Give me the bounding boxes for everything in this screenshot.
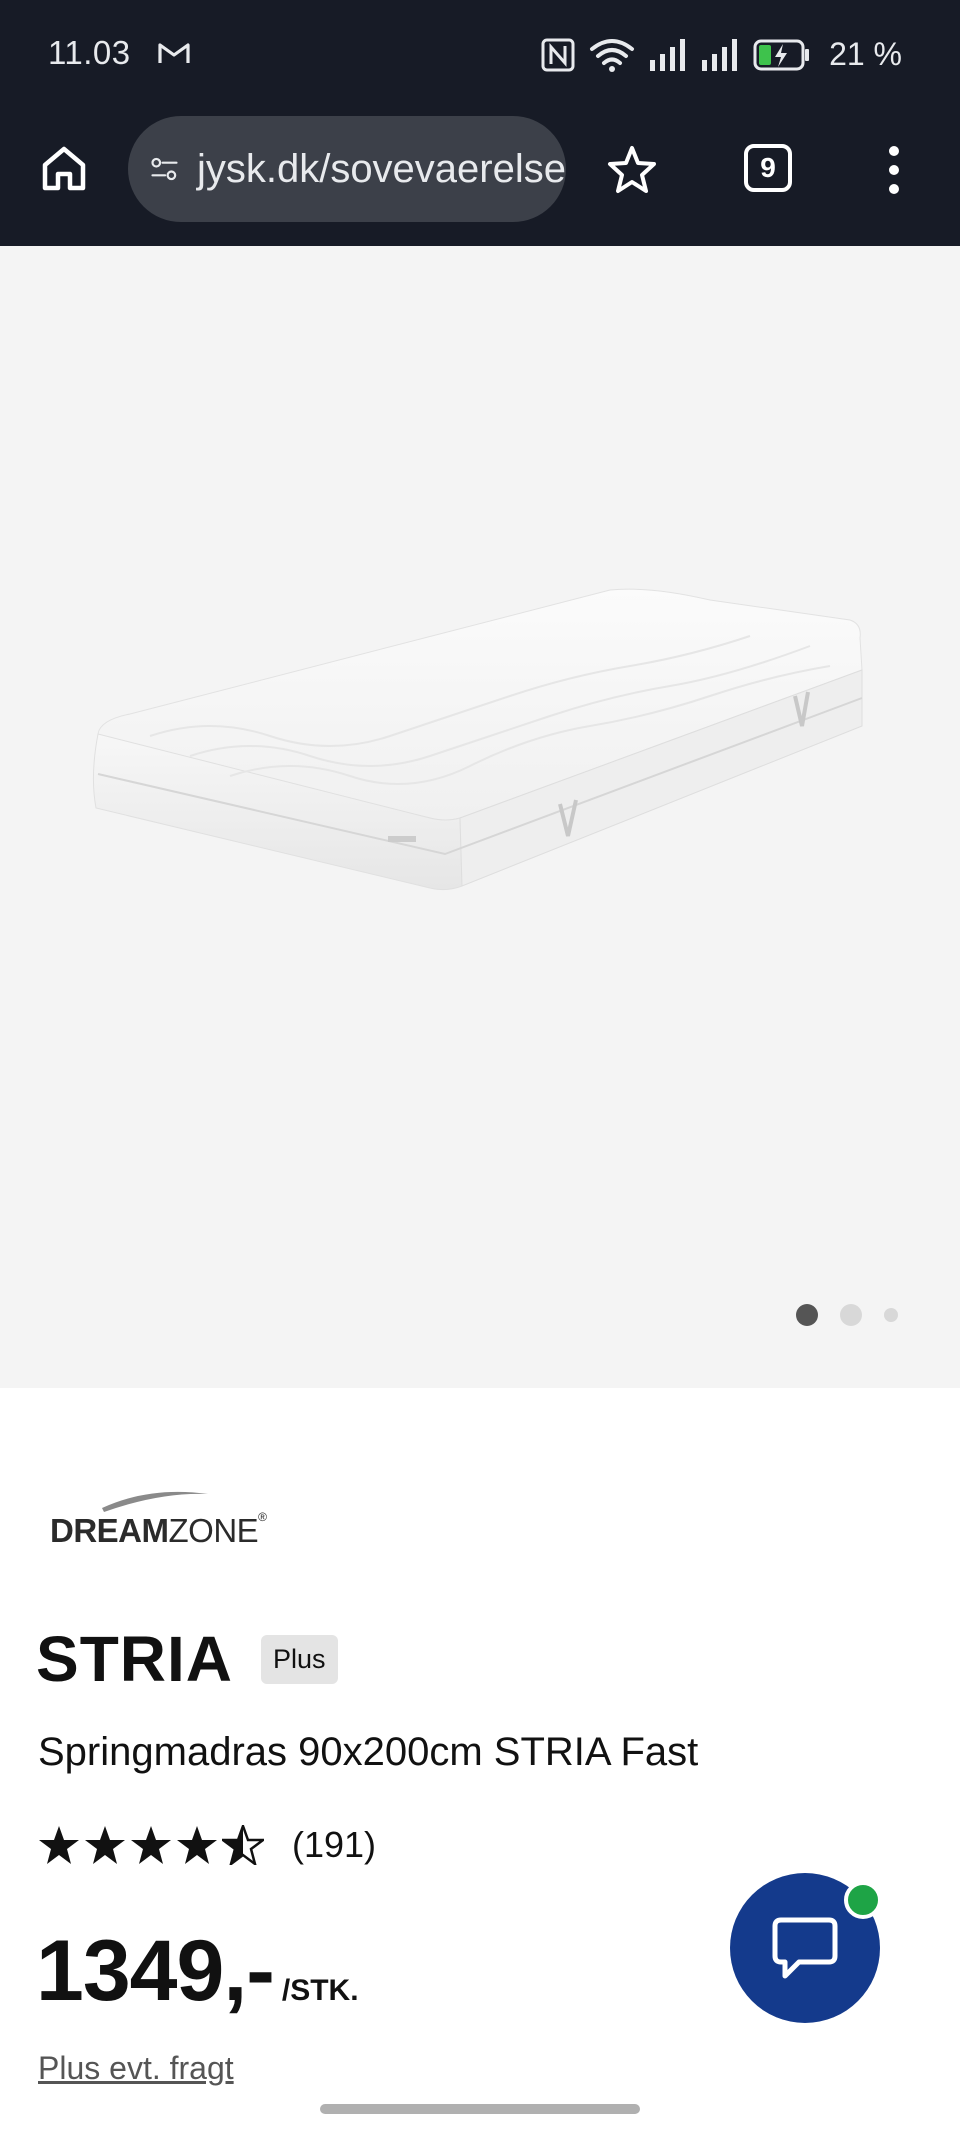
star-filled-icon xyxy=(85,1826,125,1864)
price-amount: 1349,- xyxy=(36,1923,275,2019)
product-price: 1349,- /STK. xyxy=(36,1922,359,2021)
brand-name: DREAMZONE® xyxy=(50,1510,267,1549)
product-image[interactable] xyxy=(90,586,870,916)
url-text[interactable]: jysk.dk/sovevaerelse xyxy=(197,147,566,192)
chat-online-indicator xyxy=(844,1881,882,1919)
menu-dot xyxy=(889,184,899,194)
overflow-menu-button[interactable] xyxy=(874,142,914,198)
review-count[interactable]: (191) xyxy=(292,1824,376,1866)
shipping-note-link[interactable]: Plus evt. fragt xyxy=(38,2050,234,2087)
battery-percentage: 21 % xyxy=(829,36,902,72)
star-filled-icon xyxy=(39,1826,79,1864)
site-settings-icon[interactable] xyxy=(150,149,179,189)
gallery-dot[interactable] xyxy=(840,1304,862,1326)
status-bar: 11.03 21 % xyxy=(0,0,960,110)
chat-button[interactable] xyxy=(730,1873,882,2023)
star-filled-icon xyxy=(131,1826,171,1864)
home-icon xyxy=(42,146,86,191)
star-icon xyxy=(608,146,656,193)
menu-dot xyxy=(889,165,899,175)
gesture-home-indicator[interactable] xyxy=(320,2104,640,2114)
signal-icon xyxy=(702,38,738,71)
address-bar[interactable]: jysk.dk/sovevaerelse xyxy=(128,116,566,222)
star-half-icon xyxy=(222,1825,264,1865)
home-button[interactable] xyxy=(36,140,92,196)
bookmark-button[interactable] xyxy=(604,142,660,198)
product-image-gallery[interactable] xyxy=(0,246,960,1388)
product-rating[interactable]: (191) xyxy=(38,1824,376,1866)
gallery-pagination xyxy=(796,1304,898,1326)
menu-dot xyxy=(889,146,899,156)
wifi-icon xyxy=(590,38,635,72)
brand-swoosh-icon xyxy=(102,1491,208,1512)
browser-chrome: 11.03 21 % jysk.dk/sovevaerelse 9 xyxy=(0,0,960,246)
plus-badge: Plus xyxy=(261,1634,338,1684)
battery-charging-icon xyxy=(753,39,810,70)
rating-stars xyxy=(38,1825,264,1865)
signal-icon xyxy=(650,38,686,71)
chat-bubble-icon xyxy=(772,1917,838,1979)
status-time: 11.03 xyxy=(48,34,131,71)
brand-logo[interactable]: DREAMZONE® xyxy=(48,1484,278,1554)
gmail-icon xyxy=(158,43,190,63)
tab-switcher-button[interactable]: 9 xyxy=(744,144,792,192)
product-title: STRIA xyxy=(36,1623,233,1695)
product-subtitle: Springmadras 90x200cm STRIA Fast xyxy=(38,1730,699,1774)
price-unit: /STK. xyxy=(281,1974,359,2007)
gallery-dot-active[interactable] xyxy=(796,1304,818,1326)
nfc-icon xyxy=(541,38,575,71)
status-icons: 21 % xyxy=(541,36,902,73)
product-title-row: STRIA Plus xyxy=(36,1622,338,1696)
browser-toolbar: jysk.dk/sovevaerelse 9 xyxy=(0,110,960,246)
star-filled-icon xyxy=(177,1826,217,1864)
gallery-dot[interactable] xyxy=(884,1308,898,1322)
